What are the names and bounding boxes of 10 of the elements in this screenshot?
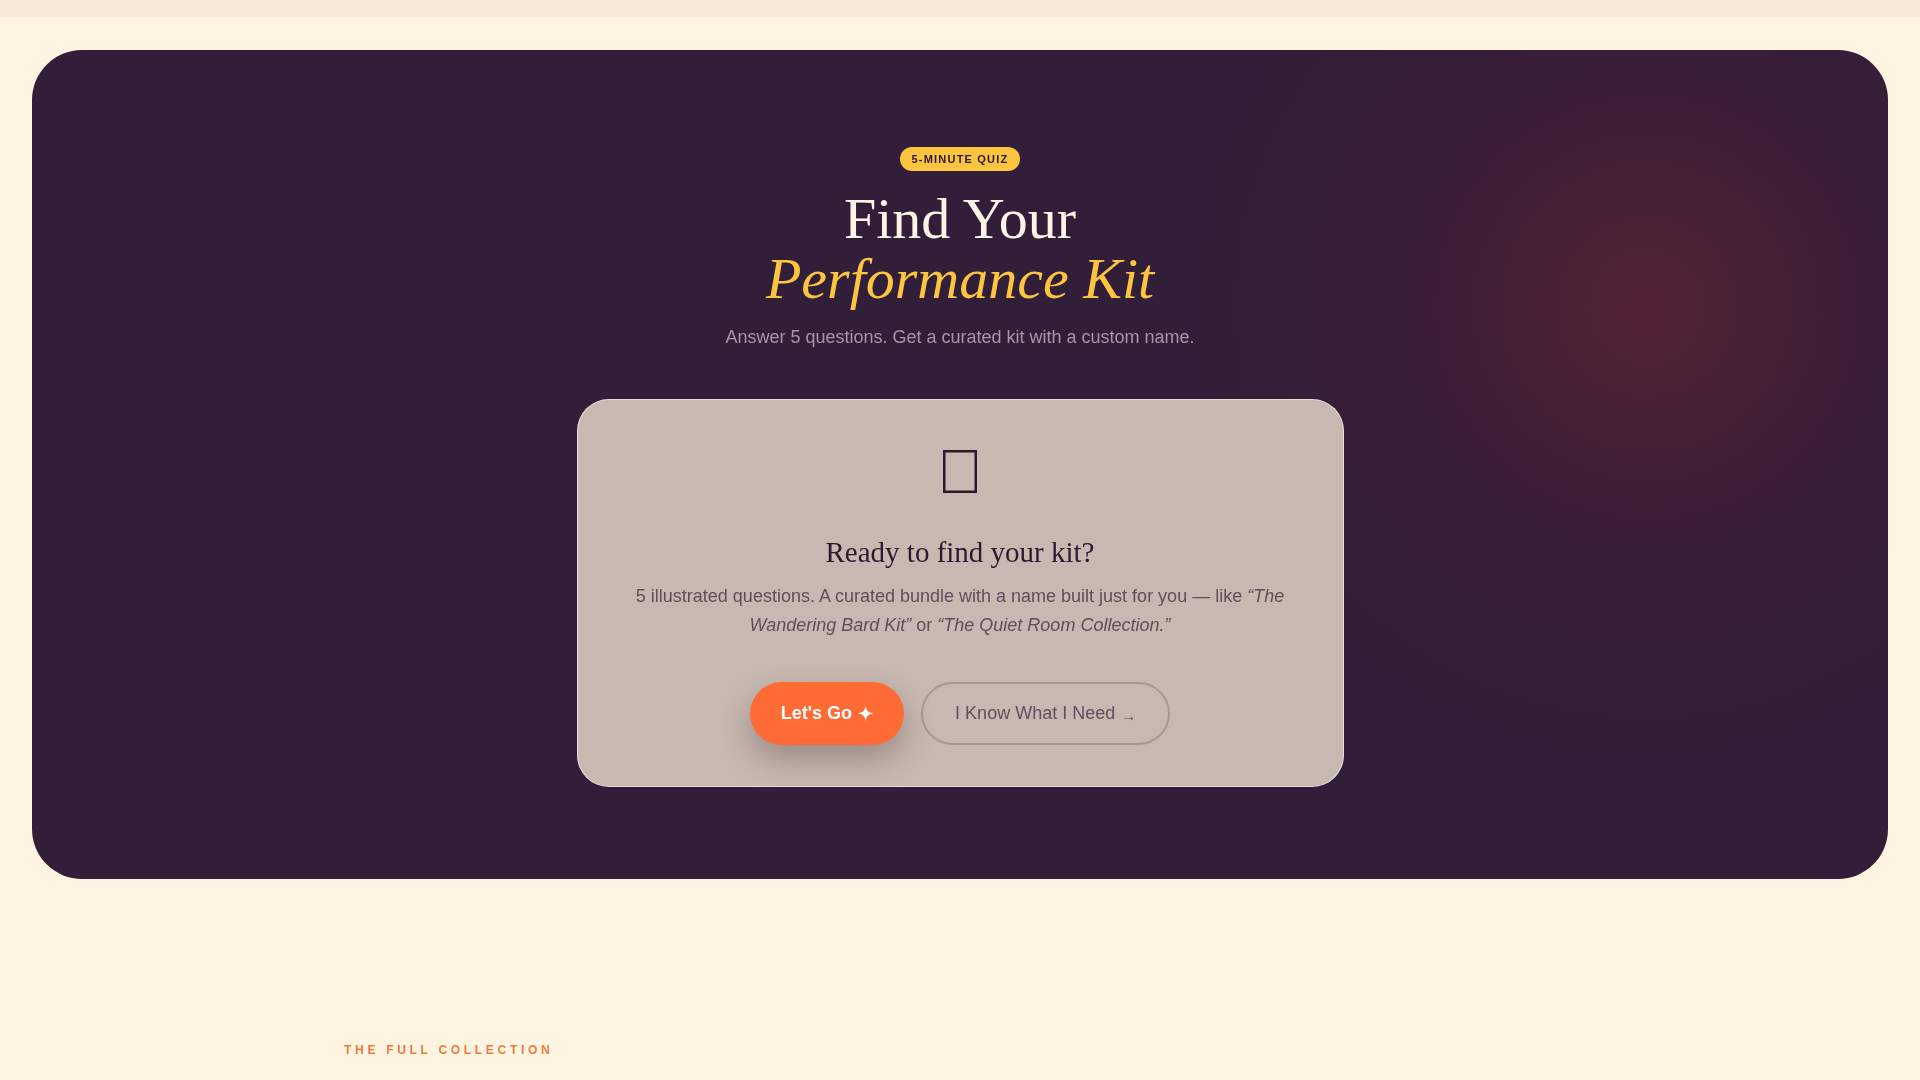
section-eyebrow: THE FULL COLLECTION	[344, 1043, 554, 1057]
card-description: 5 illustrated questions. A curated bundle with a name built just for you — like “The Wandering Bard Kit” or “The Quiet Room Collection.”	[634, 585, 1286, 637]
card-heading: Ready to find your kit?	[825, 535, 1095, 570]
square-outline-icon	[943, 450, 977, 493]
hero-subtitle: Answer 5 questions. Get a curated kit with a custom name.	[725, 326, 1195, 349]
quiz-badge: 5-MINUTE QUIZ	[899, 147, 1021, 171]
hero-title: Find Your	[843, 189, 1077, 249]
know-what-i-need-button[interactable]: I Know What I Need →	[921, 682, 1171, 745]
lets-go-button[interactable]: Let's Go ✦	[749, 682, 905, 745]
hero-title-accent: Performance Kit	[765, 249, 1155, 309]
